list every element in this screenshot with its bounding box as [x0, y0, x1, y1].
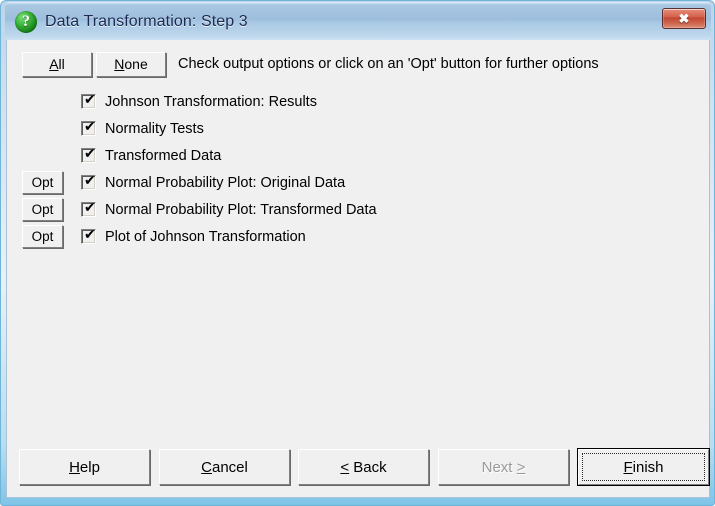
output-options-list: ✔ Johnson Transformation: Results ✔ Norm…: [7, 88, 709, 250]
all-mnemonic: A: [49, 56, 59, 72]
help-label-rest: elp: [79, 458, 100, 476]
option-row: ✔ Normality Tests: [7, 115, 709, 142]
checkmark-icon: ✔: [84, 200, 96, 216]
help-button[interactable]: Help: [19, 449, 150, 485]
checkbox-normality-tests[interactable]: ✔: [81, 119, 96, 136]
option-label: Normal Probability Plot: Original Data: [105, 174, 346, 191]
next-button: Next >: [438, 449, 569, 485]
cancel-label-rest: ancel: [211, 458, 248, 476]
finish-label-rest: inish: [632, 458, 664, 476]
select-all-row: All None Check output options or click o…: [22, 51, 599, 77]
checkbox-plot-of-johnson-transformation[interactable]: ✔: [81, 227, 96, 244]
select-none-button[interactable]: None: [96, 51, 166, 77]
checkmark-icon: ✔: [84, 146, 96, 162]
all-label-rest: ll: [58, 56, 65, 72]
green-question-ball-icon: ?: [15, 10, 37, 33]
dialog-window: ? Data Transformation: Step 3 ✖ All None…: [0, 0, 715, 506]
option-row: ✔ Transformed Data: [7, 142, 709, 169]
checkmark-icon: ✔: [84, 227, 96, 243]
none-label-rest: one: [124, 56, 148, 72]
option-label: Transformed Data: [105, 147, 222, 164]
opt-button-normal-probability-plot-transformed-data[interactable]: Opt: [22, 198, 63, 221]
checkbox-normal-probability-plot-original-data[interactable]: ✔: [81, 173, 96, 190]
checkmark-icon: ✔: [84, 173, 96, 189]
opt-slot: Opt: [7, 198, 64, 221]
finish-button[interactable]: Finish: [577, 448, 710, 486]
checkbox-transformed-data[interactable]: ✔: [81, 146, 96, 163]
window-title: Data Transformation: Step 3: [45, 12, 248, 30]
none-mnemonic: N: [114, 56, 125, 72]
option-label: Normality Tests: [105, 120, 204, 137]
opt-slot: Opt: [7, 171, 64, 194]
checkmark-icon: ✔: [84, 119, 96, 135]
checkmark-icon: ✔: [84, 92, 96, 108]
title-bar[interactable]: ? Data Transformation: Step 3: [5, 2, 711, 40]
opt-button-plot-of-johnson-transformation[interactable]: Opt: [22, 225, 63, 248]
opt-button-normal-probability-plot-original-data[interactable]: Opt: [22, 171, 63, 194]
option-row: Opt ✔ Normal Probability Plot: Original …: [7, 169, 709, 196]
back-mnemonic: <: [340, 458, 350, 476]
cancel-button[interactable]: Cancel: [159, 449, 290, 485]
close-icon: ✖: [678, 11, 690, 26]
cancel-mnemonic: C: [201, 458, 212, 476]
opt-slot: Opt: [7, 225, 64, 248]
back-label-rest: Back: [349, 458, 387, 476]
option-row: Opt ✔ Plot of Johnson Transformation: [7, 223, 709, 250]
option-label: Normal Probability Plot: Transformed Dat…: [105, 201, 377, 218]
help-mnemonic: H: [69, 458, 80, 476]
dialog-client-area: All None Check output options or click o…: [6, 40, 710, 498]
option-row: ✔ Johnson Transformation: Results: [7, 88, 709, 115]
next-label-rest: Next: [481, 458, 517, 476]
checkbox-johnson-transformation-results[interactable]: ✔: [81, 92, 96, 109]
checkbox-normal-probability-plot-transformed-data[interactable]: ✔: [81, 200, 96, 217]
next-mnemonic: >: [516, 458, 526, 476]
option-row: Opt ✔ Normal Probability Plot: Transform…: [7, 196, 709, 223]
instruction-text: Check output options or click on an 'Opt…: [178, 56, 599, 72]
option-label: Plot of Johnson Transformation: [105, 228, 306, 245]
dialog-button-bar: Help Cancel < Back Next > Finish: [7, 448, 710, 489]
option-label: Johnson Transformation: Results: [105, 93, 317, 110]
finish-mnemonic: F: [623, 458, 633, 476]
back-button[interactable]: < Back: [298, 449, 429, 485]
select-all-button[interactable]: All: [22, 51, 92, 77]
close-button[interactable]: ✖: [662, 8, 706, 29]
